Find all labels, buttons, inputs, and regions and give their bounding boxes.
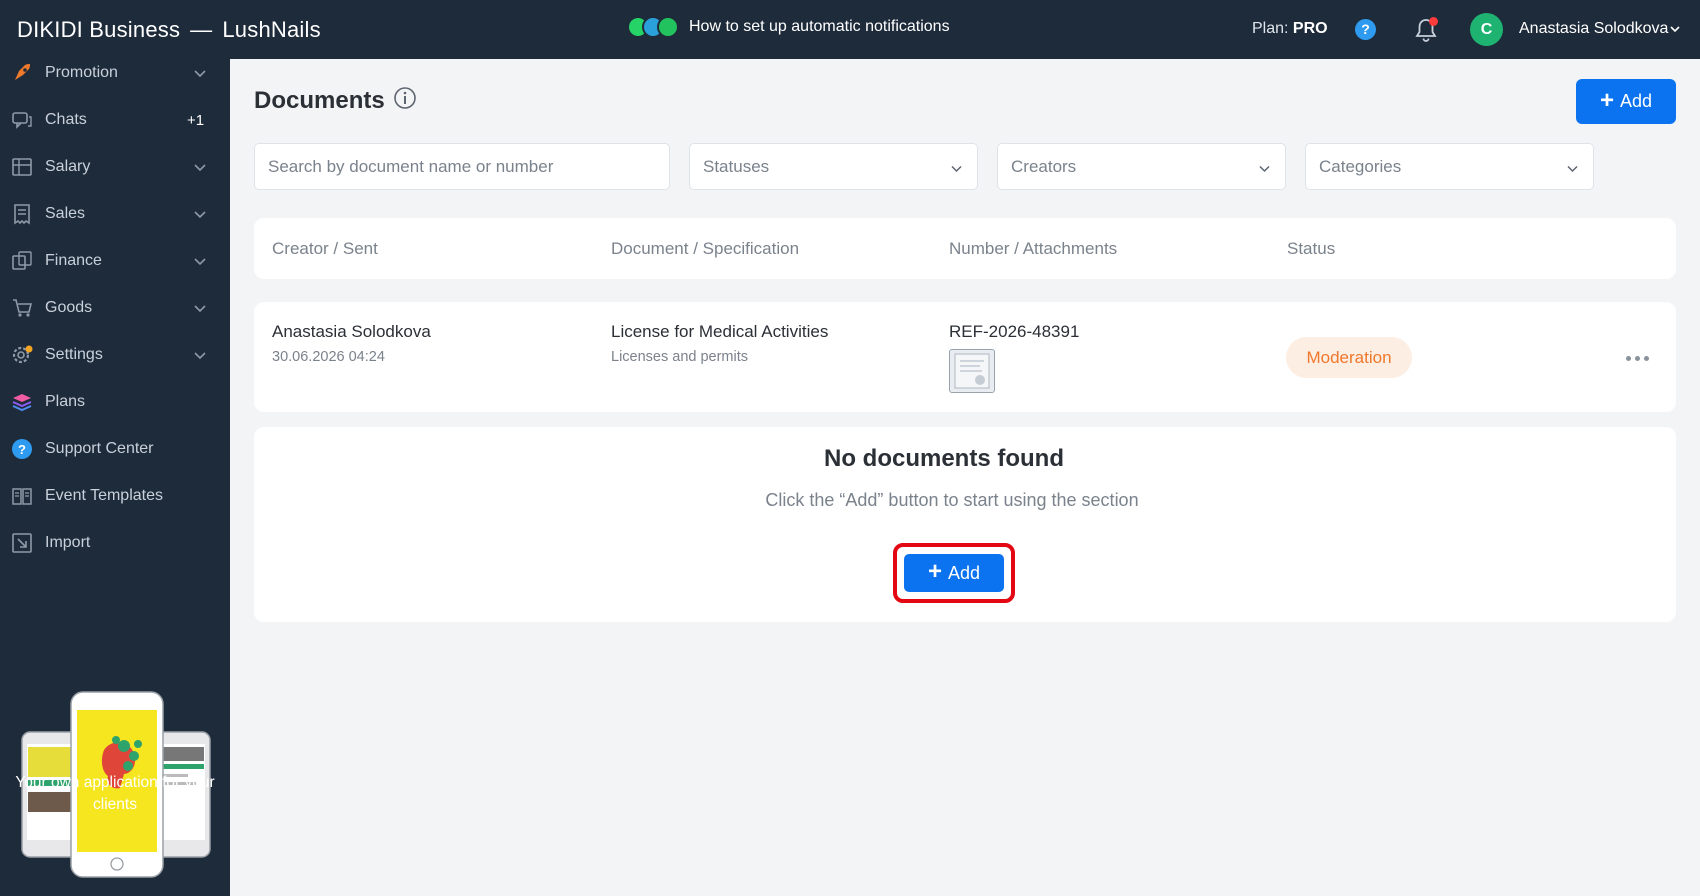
add-document-center-button[interactable]: + Add <box>904 554 1004 592</box>
receipt-icon <box>10 202 34 226</box>
promo-caption[interactable]: Your own application for your clients <box>0 772 230 816</box>
status-badge: Moderation <box>1286 337 1412 378</box>
avatar[interactable]: C <box>1470 13 1503 46</box>
plus-icon: + <box>1599 86 1614 114</box>
add-button-label: Add <box>947 562 981 583</box>
plan-label: Plan: <box>1252 20 1289 37</box>
sidebar-item-import[interactable]: Import <box>0 520 230 566</box>
sidebar-item-label: Event Templates <box>45 487 163 504</box>
sidebar-item-goods[interactable]: Goods <box>0 285 230 331</box>
categories-filter[interactable]: Categories <box>1305 143 1594 190</box>
notifications-guide-link[interactable]: How to set up automatic notifications <box>627 16 950 38</box>
brand-name: DIKIDI Business <box>17 17 181 42</box>
statuses-filter[interactable]: Statuses <box>689 143 978 190</box>
gear-icon <box>10 343 34 367</box>
add-button-label: Add <box>1619 91 1653 111</box>
sidebar-item-support-center[interactable]: ? Support Center <box>0 426 230 472</box>
help-icon: ? <box>10 437 34 461</box>
app-brand[interactable]: DIKIDI Business — LushNails <box>17 17 321 43</box>
sidebar-item-label: Support Center <box>45 440 154 457</box>
sidebar-item-chats[interactable]: Chats +1 <box>0 97 230 143</box>
brand-separator: — <box>190 17 213 42</box>
search-field[interactable] <box>254 143 670 190</box>
sidebar-item-label: Settings <box>45 346 103 363</box>
sidebar-item-event-templates[interactable]: Event Templates <box>0 473 230 519</box>
sidebar-item-promotion[interactable]: Promotion <box>0 50 230 96</box>
chevron-down-icon <box>194 211 206 219</box>
sidebar-item-label: Goods <box>45 299 93 316</box>
empty-state-subtitle: Click the “Add” button to start using th… <box>765 490 1139 510</box>
top-bar: DIKIDI Business — LushNails How to set up … <box>0 0 1700 59</box>
chat-icon <box>10 108 34 132</box>
svg-text:?: ? <box>18 442 26 457</box>
empty-state-title: No documents found <box>824 445 1064 472</box>
rocket-icon <box>10 61 34 85</box>
book-icon <box>10 484 34 508</box>
sidebar-item-finance[interactable]: Finance <box>0 238 230 284</box>
row-number: REF-2026-48391 <box>949 322 1080 341</box>
chevron-down-icon <box>194 70 206 78</box>
plan-indicator[interactable]: Plan: PRO <box>1252 20 1328 38</box>
sidebar-item-label: Salary <box>45 158 91 175</box>
attachment-thumbnail[interactable] <box>949 349 995 393</box>
categories-filter-label: Categories <box>1319 156 1402 176</box>
sidebar-item-label: Promotion <box>45 64 118 81</box>
help-icon[interactable]: ? <box>1355 19 1376 40</box>
add-document-button[interactable]: + Add <box>1576 79 1676 124</box>
chevron-down-icon <box>194 258 206 266</box>
column-header-status[interactable]: Status <box>1287 239 1335 259</box>
sidebar-item-label: Finance <box>45 252 102 269</box>
notifications-bell-icon[interactable] <box>1414 17 1438 43</box>
sidebar-item-salary[interactable]: Salary <box>0 144 230 190</box>
salary-icon <box>10 155 34 179</box>
row-specification: Licenses and permits <box>611 349 749 365</box>
row-document-name[interactable]: License for Medical Activities <box>611 322 828 342</box>
row-creator-name: Anastasia Solodkova <box>272 322 431 341</box>
sidebar: Promotion Chats +1 Salary Sales Finance … <box>0 59 230 896</box>
search-input[interactable] <box>268 156 669 177</box>
company-name: LushNails <box>222 17 321 42</box>
notification-dot <box>1429 17 1438 26</box>
messenger-icons <box>627 16 679 38</box>
page-title: Documents <box>254 87 385 114</box>
sidebar-item-settings[interactable]: Settings <box>0 332 230 378</box>
plus-icon: + <box>927 558 942 585</box>
chevron-down-icon[interactable] <box>1669 23 1681 35</box>
creators-filter-label: Creators <box>1011 156 1077 176</box>
layers-icon <box>10 390 34 414</box>
mobile-app-promo-image[interactable] <box>16 632 216 882</box>
chevron-down-icon <box>1259 165 1270 173</box>
chevron-down-icon <box>194 164 206 172</box>
cart-icon <box>10 296 34 320</box>
viber-icon <box>657 16 679 38</box>
sidebar-item-label: Plans <box>45 393 86 410</box>
coins-icon <box>10 249 34 273</box>
info-icon[interactable] <box>393 86 417 110</box>
chevron-down-icon <box>194 352 206 360</box>
import-icon <box>10 531 34 555</box>
column-header-document[interactable]: Document / Specification <box>611 239 799 259</box>
creators-filter[interactable]: Creators <box>997 143 1286 190</box>
chevron-down-icon <box>194 305 206 313</box>
sidebar-item-plans[interactable]: Plans <box>0 379 230 425</box>
statuses-filter-label: Statuses <box>703 156 770 176</box>
user-name[interactable]: Anastasia Solodkova <box>1519 20 1668 38</box>
sidebar-item-label: Sales <box>45 205 86 222</box>
more-options-icon[interactable] <box>1626 354 1650 362</box>
column-header-creator[interactable]: Creator / Sent <box>272 239 378 259</box>
notifications-guide-text: How to set up automatic notifications <box>689 18 950 35</box>
row-sent-date: 30.06.2026 04:24 <box>272 349 385 365</box>
sidebar-item-sales[interactable]: Sales <box>0 191 230 237</box>
chevron-down-icon <box>951 165 962 173</box>
sidebar-item-label: Import <box>45 534 91 551</box>
add-button-highlight: + Add <box>893 543 1015 603</box>
plan-value: PRO <box>1292 20 1328 37</box>
sidebar-item-label: Chats <box>45 111 87 128</box>
unread-count-badge: +1 <box>187 111 205 129</box>
chevron-down-icon <box>1567 165 1578 173</box>
column-header-number[interactable]: Number / Attachments <box>949 239 1117 259</box>
